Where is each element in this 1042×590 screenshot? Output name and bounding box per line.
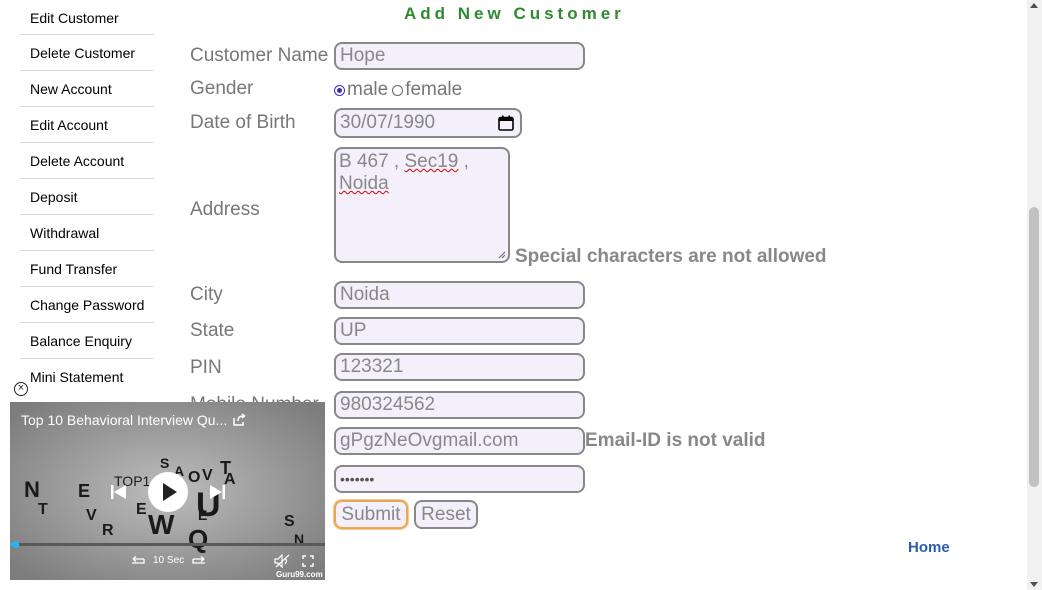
play-button[interactable] <box>148 472 188 512</box>
calendar-icon[interactable] <box>498 115 514 131</box>
sidebar-item-delete-customer[interactable]: Delete Customer <box>20 35 154 71</box>
sidebar-item-edit-account[interactable]: Edit Account <box>20 107 154 143</box>
address-error-message: Special characters are not allowed <box>515 246 827 267</box>
svg-text:E: E <box>78 481 90 501</box>
customer-name-label: Customer Name <box>190 45 329 66</box>
dob-input[interactable]: 30/07/1990 <box>334 108 522 138</box>
sidebar-item-new-account[interactable]: New Account <box>20 71 154 107</box>
mobile-input[interactable]: 980324562 <box>334 391 585 419</box>
next-video-icon[interactable] <box>208 484 226 500</box>
svg-text:S: S <box>284 513 295 530</box>
state-input[interactable]: UP <box>334 317 585 345</box>
svg-text:R: R <box>102 522 114 539</box>
sidebar-item-change-password[interactable]: Change Password <box>20 287 154 323</box>
page-title: Add New Customer <box>404 4 625 23</box>
dob-value: 30/07/1990 <box>340 112 436 133</box>
scroll-down-icon[interactable] <box>1030 582 1038 587</box>
svg-text:Q: Q <box>188 524 208 554</box>
city-input[interactable]: Noida <box>334 281 585 309</box>
sidebar-menu: Edit Customer Delete Customer New Accoun… <box>20 0 154 395</box>
address-misspelled-word: Sec19 <box>404 151 459 172</box>
password-input[interactable]: ••••••• <box>334 465 585 493</box>
sidebar-item-deposit[interactable]: Deposit <box>20 179 154 215</box>
skip-forward-icon[interactable] <box>191 556 207 566</box>
sidebar-item-withdrawal[interactable]: Withdrawal <box>20 215 154 251</box>
dob-label: Date of Birth <box>190 112 296 133</box>
customer-name-input[interactable]: Hope <box>334 42 585 70</box>
sidebar-item-mini-statement[interactable]: Mini Statement <box>20 359 154 395</box>
svg-text:T: T <box>38 501 48 518</box>
submit-button[interactable]: Submit <box>334 500 408 529</box>
city-label: City <box>190 284 223 305</box>
sidebar-item-delete-account[interactable]: Delete Account <box>20 143 154 179</box>
svg-text:E: E <box>136 501 147 518</box>
sidebar-item-balance-enquiry[interactable]: Balance Enquiry <box>20 323 154 359</box>
address-textarea[interactable]: B 467 , Sec19 , Noida <box>334 147 510 263</box>
share-icon[interactable] <box>232 413 246 427</box>
sidebar-item-label: Withdrawal <box>30 224 100 241</box>
resize-grip-icon[interactable] <box>498 251 506 259</box>
scroll-up-icon[interactable] <box>1030 3 1038 8</box>
svg-text:V: V <box>86 507 97 524</box>
pin-input[interactable]: 123321 <box>334 353 585 381</box>
skip-back-icon[interactable] <box>130 556 146 566</box>
scroll-thumb[interactable] <box>1029 207 1039 487</box>
sidebar-item-label: Mini Statement <box>30 369 124 385</box>
video-title: Top 10 Behavioral Interview Qu... <box>21 412 228 428</box>
gender-label: Gender <box>190 78 254 99</box>
gender-radio-group: male female <box>334 79 462 101</box>
fullscreen-icon[interactable] <box>302 555 314 567</box>
sidebar-item-label: Balance Enquiry <box>30 332 132 349</box>
sidebar-item-edit-customer[interactable]: Edit Customer <box>20 0 154 35</box>
sidebar-item-label: Edit Account <box>30 116 108 133</box>
address-part: B 467 , <box>339 151 405 172</box>
mute-icon[interactable] <box>274 554 292 568</box>
address-label: Address <box>190 199 260 220</box>
sidebar-item-label: Delete Customer <box>30 44 136 61</box>
address-city-word: Noida <box>339 173 389 194</box>
email-input[interactable]: gPgzNeOvgmail.com <box>334 427 585 455</box>
svg-text:W: W <box>148 509 175 540</box>
svg-text:V: V <box>202 467 213 484</box>
sidebar-item-label: Change Password <box>30 296 145 313</box>
video-progress-knob[interactable] <box>13 541 19 548</box>
sidebar-item-label: New Account <box>30 80 112 97</box>
svg-text:E: E <box>198 507 207 523</box>
male-radio[interactable] <box>334 84 345 96</box>
watermark-text: Guru99.com <box>276 570 323 579</box>
female-radio[interactable] <box>392 84 404 96</box>
pin-label: PIN <box>190 357 222 378</box>
svg-text:S: S <box>160 455 169 471</box>
video-progress-bar[interactable] <box>10 543 325 546</box>
female-radio-label: female <box>405 79 463 100</box>
sidebar-item-label: Edit Customer <box>30 9 119 26</box>
previous-video-icon[interactable] <box>110 484 128 500</box>
sidebar-item-label: Fund Transfer <box>30 260 118 277</box>
state-label: State <box>190 320 235 341</box>
sidebar-item-fund-transfer[interactable]: Fund Transfer <box>20 251 154 287</box>
svg-text:N: N <box>24 477 40 502</box>
page-scrollbar[interactable] <box>1027 0 1042 590</box>
video-player[interactable]: N T E V R TOP1 S A O V T A E W U Q E S N… <box>10 402 325 580</box>
play-icon <box>163 483 177 501</box>
reset-button[interactable]: Reset <box>414 500 478 529</box>
sidebar-item-label: Delete Account <box>30 152 125 169</box>
close-video-icon[interactable]: × <box>14 382 28 396</box>
skip-duration-label: 10 Sec <box>153 555 185 566</box>
male-radio-label: male <box>347 79 389 100</box>
sidebar-item-label: Deposit <box>30 188 78 205</box>
svg-text:O: O <box>188 469 200 486</box>
address-part: , <box>458 151 469 172</box>
home-link[interactable]: Home <box>908 539 950 556</box>
email-error-message: Email-ID is not valid <box>585 430 766 451</box>
